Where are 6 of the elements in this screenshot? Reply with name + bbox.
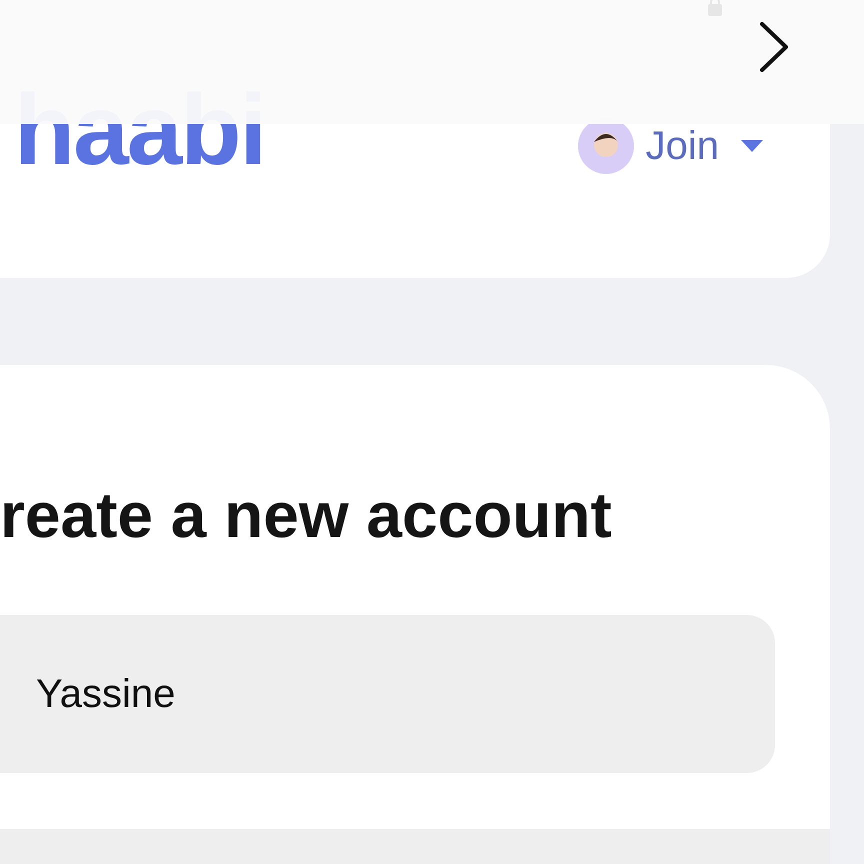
join-button[interactable]: Join: [646, 126, 719, 166]
input-field[interactable]: Yassine: [0, 615, 775, 773]
form-title: reate a new account: [0, 483, 613, 547]
caret-icon[interactable]: [741, 140, 763, 152]
logo: haabi: [13, 80, 266, 180]
chevron-right-icon[interactable]: [759, 21, 789, 73]
